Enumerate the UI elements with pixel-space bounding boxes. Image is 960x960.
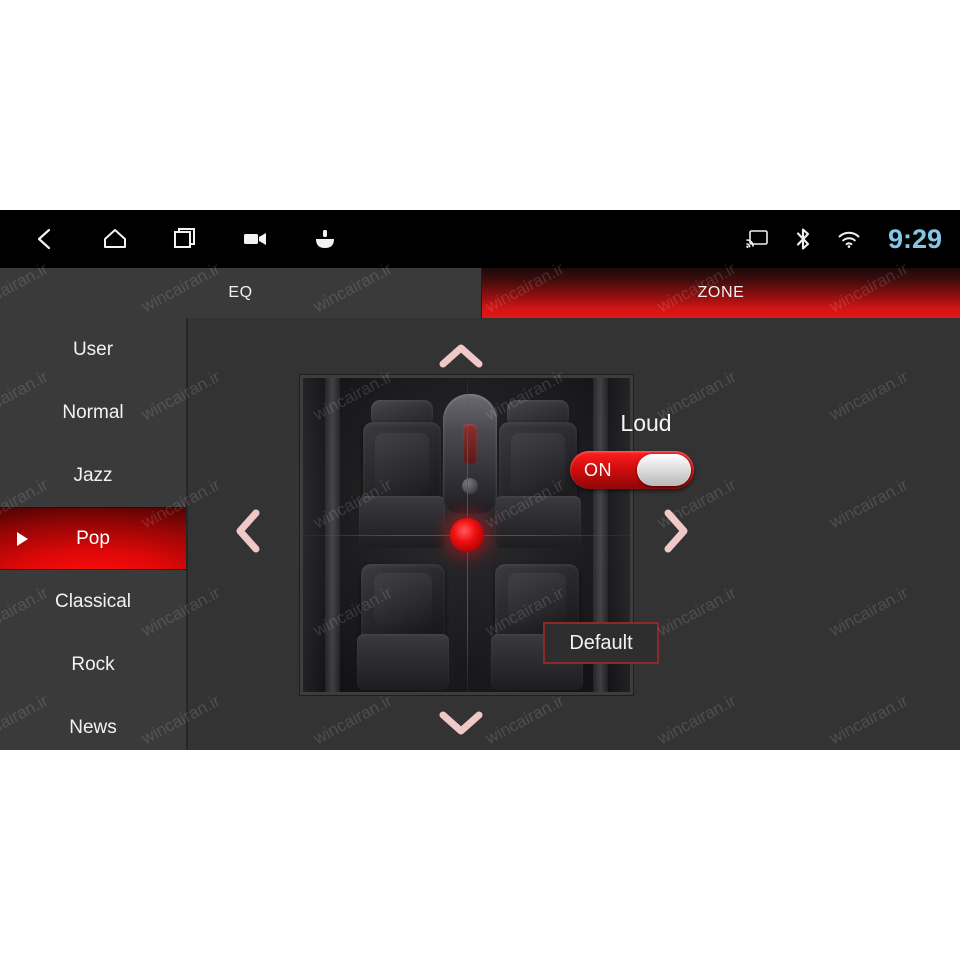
console-knob [462, 478, 478, 494]
tab-eq-label: EQ [228, 284, 253, 301]
loud-toggle-knob[interactable] [637, 454, 691, 486]
center-console [443, 394, 497, 514]
navigation-icon-group [28, 210, 342, 268]
preset-item-classical[interactable]: Classical [0, 570, 186, 633]
preset-label: Classical [54, 590, 132, 612]
preset-item-normal[interactable]: Normal [0, 381, 186, 444]
zone-down-chevron[interactable] [431, 703, 491, 743]
preset-item-rock[interactable]: Rock [0, 633, 186, 696]
bluetooth-icon[interactable] [790, 226, 816, 252]
preset-label: News [69, 716, 117, 738]
preset-item-news[interactable]: News [0, 696, 186, 750]
wifi-icon[interactable] [836, 226, 862, 252]
eq-preset-list: User Normal Jazz Pop Classical Rock News [0, 318, 188, 750]
apps-icon[interactable] [308, 222, 342, 256]
video-icon[interactable] [238, 222, 272, 256]
tab-bar: EQ ZONE [0, 268, 960, 318]
preset-item-jazz[interactable]: Jazz [0, 444, 186, 507]
recents-icon[interactable] [168, 222, 202, 256]
default-button-label: Default [569, 631, 633, 654]
cushion-rear-left [357, 634, 449, 690]
system-icon-group: 9:29 [744, 210, 942, 268]
zone-controls-panel: Loud ON Default [520, 318, 772, 750]
cushion-front-left [359, 496, 445, 548]
preset-item-user[interactable]: User [0, 318, 186, 381]
status-clock: 9:29 [887, 223, 942, 254]
preset-label: User [72, 338, 114, 360]
preset-item-pop[interactable]: Pop [0, 507, 186, 570]
loud-state-label: ON [584, 459, 612, 480]
zone-left-chevron[interactable] [228, 501, 268, 561]
status-bar: 9:29 [0, 210, 960, 268]
back-icon[interactable] [28, 222, 62, 256]
preset-label: Normal [62, 401, 124, 423]
preset-label: Rock [71, 653, 115, 675]
preset-label: Jazz [73, 464, 113, 486]
gear-shifter [463, 424, 477, 464]
home-icon[interactable] [98, 222, 132, 256]
loud-label: Loud [620, 410, 672, 436]
preset-label: Pop [76, 527, 110, 549]
screenshot-page: 9:29 EQ ZONE User Normal Jazz Pop Classi… [0, 0, 960, 960]
zone-up-chevron[interactable] [431, 336, 491, 376]
loud-toggle[interactable]: ON [570, 451, 694, 489]
tab-zone-label: ZONE [697, 284, 745, 301]
head-unit-screen: 9:29 EQ ZONE User Normal Jazz Pop Classi… [0, 210, 960, 750]
tab-eq[interactable]: EQ [0, 268, 482, 318]
tab-zone[interactable]: ZONE [482, 268, 960, 318]
cast-icon[interactable] [744, 226, 770, 252]
zone-page-body: User Normal Jazz Pop Classical Rock News… [0, 318, 960, 750]
selected-marker-icon [17, 531, 28, 546]
balance-position-dot[interactable] [449, 518, 484, 552]
default-button[interactable]: Default [543, 622, 659, 664]
